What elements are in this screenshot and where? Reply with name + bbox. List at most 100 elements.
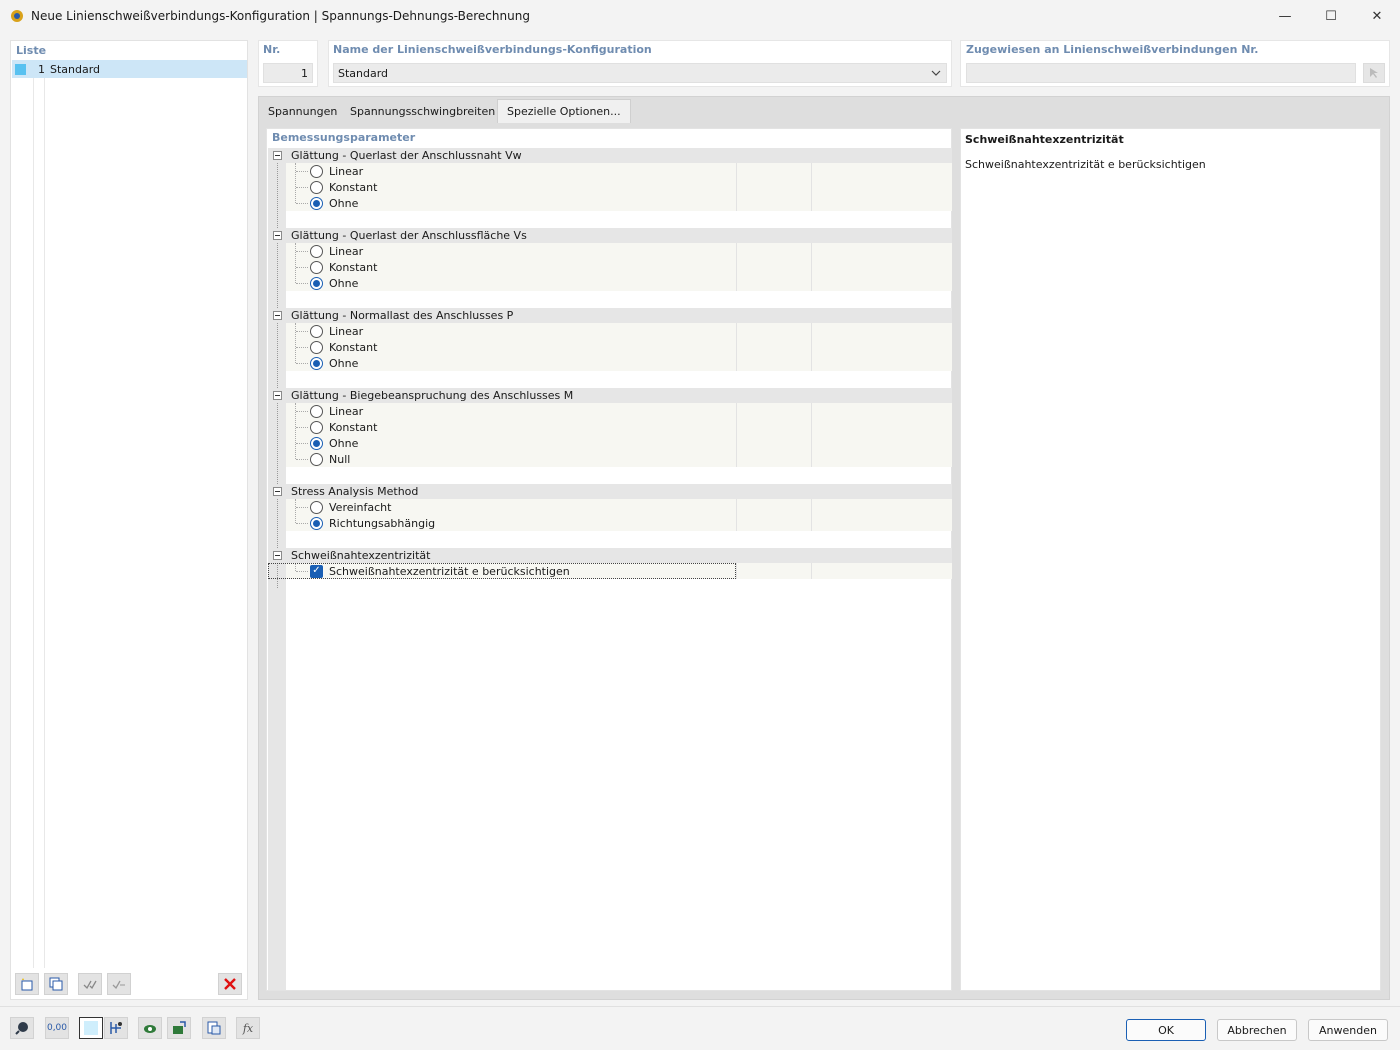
table-icon[interactable] xyxy=(202,1017,226,1039)
tab-spezielle-optionen[interactable]: Spezielle Optionen... xyxy=(497,99,631,123)
option-label: Linear xyxy=(329,164,364,178)
radio-option[interactable]: Linear xyxy=(310,163,363,179)
radio-option[interactable]: Konstant xyxy=(310,419,377,435)
option-block: Vereinfacht Richtungsabhängig xyxy=(286,499,952,531)
cancel-button[interactable]: Abbrechen xyxy=(1217,1019,1297,1041)
tree-line xyxy=(295,163,296,203)
tab-spannungsschwingbreiten[interactable]: Spannungsschwingbreiten xyxy=(341,99,504,123)
radio-button[interactable] xyxy=(310,276,323,290)
close-button[interactable]: ✕ xyxy=(1354,0,1400,32)
group-title: Schweißnahtexzentrizität xyxy=(291,549,431,562)
radio-option[interactable]: Null xyxy=(310,451,350,467)
column-divider xyxy=(811,163,812,211)
tree-line xyxy=(44,78,45,968)
radio-option[interactable]: Richtungsabhängig xyxy=(310,515,435,531)
pick-button[interactable] xyxy=(1363,63,1385,83)
radio-button[interactable] xyxy=(310,404,323,418)
nr-field[interactable]: 1 xyxy=(263,63,313,83)
option-label: Vereinfacht xyxy=(329,500,392,514)
radio-button[interactable] xyxy=(310,180,323,194)
option-label: Ohne xyxy=(329,196,359,210)
collapse-icon[interactable] xyxy=(273,151,282,160)
option-block: Linear Konstant Ohne xyxy=(286,243,952,291)
group-header[interactable]: Stress Analysis Method xyxy=(268,484,952,499)
collapse-icon[interactable] xyxy=(273,231,282,240)
radio-option[interactable]: Ohne xyxy=(310,275,358,291)
radio-button[interactable] xyxy=(310,500,323,514)
copy-item-icon[interactable] xyxy=(44,973,68,995)
tree-line xyxy=(296,331,308,332)
minimize-button[interactable]: — xyxy=(1262,0,1308,32)
column-divider xyxy=(736,403,737,467)
list-item[interactable]: 1 Standard xyxy=(12,60,247,78)
radio-button[interactable] xyxy=(310,244,323,258)
window-title: Neue Linienschweißverbindungs-Konfigurat… xyxy=(31,9,530,23)
radio-option[interactable]: Konstant xyxy=(310,339,377,355)
export-icon[interactable] xyxy=(167,1017,191,1039)
tree-line xyxy=(296,347,308,348)
tree-line xyxy=(33,78,34,968)
radio-button[interactable] xyxy=(310,260,323,274)
name-select[interactable]: Standard xyxy=(333,63,947,83)
collapse-icon[interactable] xyxy=(273,487,282,496)
units-icon[interactable]: 0,00 xyxy=(45,1017,69,1039)
radio-option[interactable]: Konstant xyxy=(310,179,377,195)
radio-button[interactable] xyxy=(310,324,323,338)
info-title: Schweißnahtexzentrizität xyxy=(965,133,1124,146)
ok-button[interactable]: OK xyxy=(1126,1019,1206,1041)
info-text: Schweißnahtexzentrizität e berücksichtig… xyxy=(965,158,1206,171)
collapse-icon[interactable] xyxy=(273,551,282,560)
group-title: Glättung - Querlast der Anschlussfläche … xyxy=(291,229,527,242)
radio-button[interactable] xyxy=(310,164,323,178)
apply-button[interactable]: Anwenden xyxy=(1308,1019,1388,1041)
tree-line xyxy=(296,459,308,460)
settings-panel: Bemessungsparameter Glättung - Querlast … xyxy=(266,128,952,991)
radio-button[interactable] xyxy=(310,516,323,530)
check-all-icon[interactable] xyxy=(78,973,102,995)
assigned-box: Zugewiesen an Linienschweißverbindungen … xyxy=(960,40,1390,87)
collapse-icon[interactable] xyxy=(273,311,282,320)
group-header[interactable]: Glättung - Biegebeanspruchung des Anschl… xyxy=(268,388,952,403)
color-icon[interactable] xyxy=(79,1017,103,1039)
radio-option[interactable]: Linear xyxy=(310,243,363,259)
group-header[interactable]: Schweißnahtexzentrizität xyxy=(268,548,952,563)
radio-button[interactable] xyxy=(310,356,323,370)
group-title: Stress Analysis Method xyxy=(291,485,419,498)
formula-icon[interactable]: fx xyxy=(236,1017,260,1039)
column-divider xyxy=(736,323,737,371)
delete-icon[interactable] xyxy=(218,973,242,995)
uncheck-icon[interactable] xyxy=(107,973,131,995)
search-icon[interactable] xyxy=(10,1017,34,1039)
column-divider xyxy=(736,243,737,291)
maximize-button[interactable]: ☐ xyxy=(1308,0,1354,32)
radio-button[interactable] xyxy=(310,196,323,210)
radio-option[interactable]: Ohne xyxy=(310,355,358,371)
radio-option[interactable]: Ohne xyxy=(310,435,358,451)
tree-line xyxy=(296,251,308,252)
radio-option[interactable]: Linear xyxy=(310,323,363,339)
radio-button[interactable] xyxy=(310,436,323,450)
option-label: Linear xyxy=(329,324,364,338)
view-icon[interactable] xyxy=(138,1017,162,1039)
radio-button[interactable] xyxy=(310,452,323,466)
group-header[interactable]: Glättung - Querlast der Anschlussfläche … xyxy=(268,228,952,243)
radio-option[interactable]: Vereinfacht xyxy=(310,499,391,515)
tab-spannungen[interactable]: Spannungen xyxy=(259,99,346,123)
list-item-name: Standard xyxy=(50,62,101,76)
radio-option[interactable]: Linear xyxy=(310,403,363,419)
option-block: Linear Konstant Ohne Null xyxy=(286,403,952,467)
option-label: Ohne xyxy=(329,436,359,450)
tree-line xyxy=(296,427,308,428)
radio-button[interactable] xyxy=(310,420,323,434)
radio-button[interactable] xyxy=(310,340,323,354)
assigned-field[interactable] xyxy=(966,63,1356,83)
list-item-number: 1 xyxy=(38,62,45,76)
radio-option[interactable]: Konstant xyxy=(310,259,377,275)
radio-option[interactable]: Ohne xyxy=(310,195,358,211)
group-header[interactable]: Glättung - Querlast der Anschlussnaht Vw xyxy=(268,148,952,163)
new-item-icon[interactable] xyxy=(15,973,39,995)
collapse-icon[interactable] xyxy=(273,391,282,400)
app-icon xyxy=(11,10,23,22)
model-icon[interactable] xyxy=(104,1017,128,1039)
group-header[interactable]: Glättung - Normallast des Anschlusses P xyxy=(268,308,952,323)
